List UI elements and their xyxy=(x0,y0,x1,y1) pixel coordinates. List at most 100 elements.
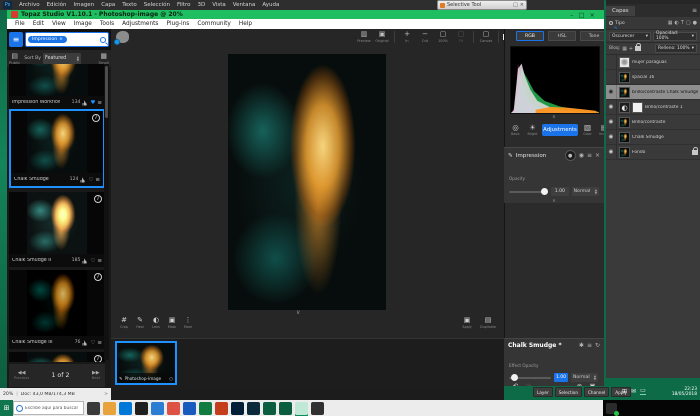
effect-opacity-knob[interactable] xyxy=(511,374,518,381)
ps-menu-filtro[interactable]: Filtro xyxy=(177,2,190,8)
topaz-menu-view[interactable]: View xyxy=(52,21,66,27)
taskbar-clock[interactable]: 22:23 18/05/2018 xyxy=(672,387,697,397)
layer-button[interactable]: Layer xyxy=(533,387,553,397)
opacity-value[interactable]: 1.00 xyxy=(551,187,569,196)
section-menu-icon[interactable]: ≡ xyxy=(587,153,592,159)
taskbar-icon-word[interactable] xyxy=(183,402,196,415)
topaz-menu-community[interactable]: Community xyxy=(197,21,231,27)
preset-card-chalk-smudge-iii[interactable]: i Chalk Smudge III 76 ♡ ≡ xyxy=(9,270,105,349)
search-filter-chip[interactable]: Impression× xyxy=(28,36,67,43)
layer-row-brillo-contraste[interactable]: ◉ Brillo/contraste xyxy=(606,115,700,130)
filter-type-label[interactable]: Tipo xyxy=(615,21,625,26)
visibility-toggle[interactable]: ◉ xyxy=(606,145,617,159)
layer-row-chalk-smudge[interactable]: ◉ Chalk Smudge xyxy=(606,130,700,145)
preset-card-partial[interactable]: i xyxy=(9,352,105,362)
effect-opacity-slider[interactable] xyxy=(509,377,551,379)
effect-blend-dropdown[interactable]: Normal ▲▼ xyxy=(571,373,598,382)
taskbar-icon-app-green-2[interactable] xyxy=(279,402,292,415)
visibility-toggle[interactable]: ◉ xyxy=(606,100,617,114)
heart-outline-icon[interactable]: ♡ xyxy=(88,177,93,183)
panel-collapse-chevron[interactable]: ∧ xyxy=(552,114,556,120)
ps-menu-3d[interactable]: 3D xyxy=(197,2,205,8)
ps-menu-capa[interactable]: Capa xyxy=(101,2,115,8)
layer-row-fondo[interactable]: ◉ Fondo xyxy=(606,145,700,160)
visibility-toggle[interactable]: ◉ xyxy=(606,130,617,144)
topaz-menu-file[interactable]: File xyxy=(15,21,25,27)
topaz-window-controls[interactable]: –□× xyxy=(570,11,600,19)
selective-tool-close-icon[interactable]: × xyxy=(520,2,524,8)
topaz-menu-plugins[interactable]: Plug-ins xyxy=(166,21,189,27)
start-button[interactable]: ⊞ xyxy=(0,400,13,416)
topaz-menu-image[interactable]: Image xyxy=(74,21,92,27)
card-menu-icon[interactable]: ≡ xyxy=(95,177,100,183)
ps-menu-vista[interactable]: Vista xyxy=(212,2,226,8)
preset-likes[interactable]: 76 ♡ ≡ xyxy=(75,340,102,346)
panel-menu-icon[interactable]: ≡ xyxy=(692,7,697,14)
topaz-close-icon[interactable]: × xyxy=(590,11,600,19)
color-tool[interactable]: ▧Color xyxy=(580,124,595,136)
selective-tool-maximize-icon[interactable]: □ xyxy=(513,2,518,8)
taskbar-icon-lightroom[interactable] xyxy=(247,402,260,415)
ps-menu-texto[interactable]: Texto xyxy=(122,2,137,8)
taskbar-icon-topaz-active[interactable] xyxy=(295,402,308,415)
lock-position-icon[interactable]: + xyxy=(629,46,633,52)
crop-tool[interactable]: #Crop xyxy=(117,317,131,329)
duplicate-button[interactable]: ▤Duplicate xyxy=(478,317,498,329)
status-zoom[interactable]: 20% xyxy=(3,392,13,397)
preset-likes[interactable]: 124 ♡ ≡ xyxy=(70,177,100,183)
mask-tool[interactable]: ▣Mask xyxy=(165,317,179,329)
selective-tool-window[interactable]: Selective Tool □ × xyxy=(437,0,527,10)
preset-card-chalk-smudge[interactable]: i Chalk Smudge 124 ♡ ≡ xyxy=(9,109,105,188)
main-image[interactable] xyxy=(228,54,386,310)
topaz-titlebar[interactable]: Topaz Studio V1.10.1 - Photoshop-image @… xyxy=(7,10,604,19)
tab-hsl[interactable]: HSL xyxy=(548,31,576,41)
taskbar-icon-app-dark-2[interactable] xyxy=(311,402,324,415)
chip-close-icon[interactable]: × xyxy=(59,37,63,42)
layer-row-brillo-contraste-chalk-smudge-ii[interactable]: ◉ brillo/contraste Chalk Smudge II xyxy=(606,85,700,100)
heal-tool[interactable]: ✎Heal xyxy=(133,317,147,329)
layer-row-spacial-16[interactable]: spacial 16 xyxy=(606,70,700,85)
topaz-menu-tools[interactable]: Tools xyxy=(100,21,114,27)
layer-thumbnail[interactable] xyxy=(619,132,630,143)
topaz-menu-edit[interactable]: Edit xyxy=(33,21,44,27)
notification-app-icon[interactable] xyxy=(606,403,617,414)
taskbar-icon-app-dark[interactable] xyxy=(87,402,100,415)
pagination-next[interactable]: ▶▶ Next xyxy=(92,371,100,381)
topaz-maximize-icon[interactable]: □ xyxy=(578,11,589,19)
delete-icon[interactable]: × xyxy=(595,153,600,159)
visibility-toggle[interactable] xyxy=(606,70,617,84)
info-icon[interactable]: i xyxy=(94,273,102,281)
opacity-slider-knob[interactable] xyxy=(541,188,548,195)
lens-tool[interactable]: ◐Lens xyxy=(149,317,163,329)
more-tools[interactable]: ⋮More xyxy=(181,317,195,329)
taskbar-icon-store[interactable] xyxy=(135,402,148,415)
card-menu-icon[interactable]: ≡ xyxy=(97,100,102,106)
apply-button[interactable]: ▣Apply xyxy=(460,317,474,329)
layer-row-brillo-contraste-1[interactable]: ◉ ◐ Brillo/contraste 1 xyxy=(606,100,700,115)
ps-menu-ventana[interactable]: Ventana xyxy=(233,2,256,8)
info-icon[interactable]: i xyxy=(94,355,102,362)
search-icon[interactable] xyxy=(100,37,106,43)
status-arrow[interactable]: > xyxy=(104,392,108,397)
sidebar-scrollbar-thumb[interactable] xyxy=(105,66,108,118)
card-menu-icon[interactable]: ≡ xyxy=(97,258,102,264)
filmstrip-thumbnail-selected[interactable]: ✎ Photoshop-image ○ xyxy=(115,341,177,385)
lock-all-icon[interactable] xyxy=(635,46,641,51)
fill-select[interactable]: Relleno: 100%▾ xyxy=(655,44,697,53)
heart-outline-icon[interactable]: ♡ xyxy=(90,258,95,264)
selection-button[interactable]: Selection xyxy=(555,387,582,397)
tray-folder-icon[interactable]: ▭ xyxy=(640,387,646,395)
lock-transparency-icon[interactable]: ▦ xyxy=(622,46,627,52)
taskbar-icon-chrome[interactable] xyxy=(167,402,180,415)
heart-outline-icon[interactable]: ♡ xyxy=(90,340,95,346)
sort-dropdown[interactable]: Featured ▲▼ xyxy=(43,53,81,64)
impression-expand-chevron[interactable]: ∨ xyxy=(509,198,599,204)
adjustments-button[interactable]: Adjustments xyxy=(542,124,578,136)
layer-opacity-select[interactable]: Opacidad: 100%▾ xyxy=(653,32,697,41)
ps-menu-ayuda[interactable]: Ayuda xyxy=(262,2,279,8)
tray-start-icon[interactable]: ⊞ xyxy=(622,388,627,395)
preset-likes[interactable]: 185 ♡ ≡ xyxy=(72,258,102,264)
preset-card-chalk-smudge-ii[interactable]: i Chalk Smudge II 185 ♡ ≡ xyxy=(9,192,105,267)
taskbar-icon-photoshop[interactable] xyxy=(231,402,244,415)
visibility-eye-icon[interactable]: ◉ xyxy=(579,153,584,159)
